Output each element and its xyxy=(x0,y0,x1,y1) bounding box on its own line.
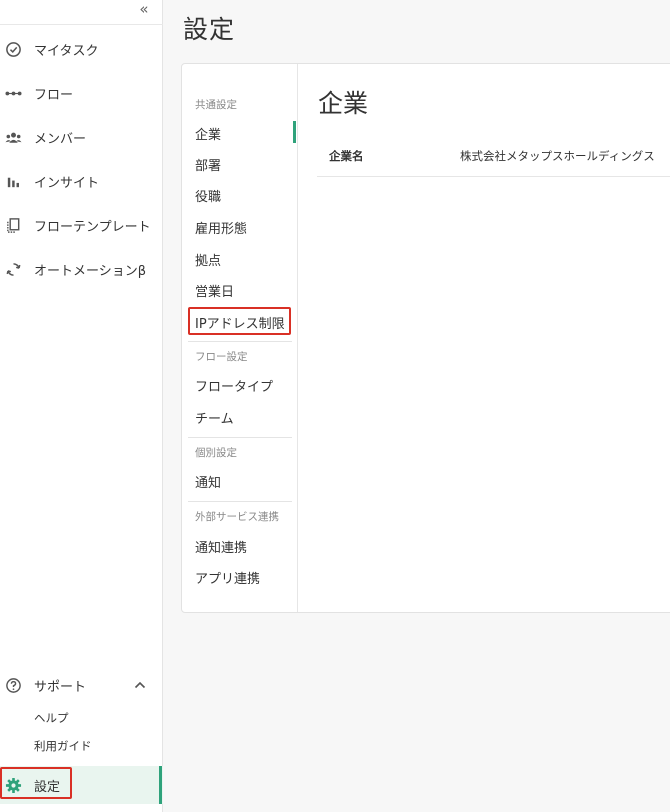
sidebar-item-label: フロー xyxy=(34,87,74,103)
template-icon xyxy=(4,216,22,234)
help-circle-icon xyxy=(4,676,22,694)
subnav-item-employment-type[interactable]: 雇用形態 xyxy=(195,218,247,237)
sidebar-subitem-guide[interactable]: 利用ガイド xyxy=(34,738,92,754)
subnav-item-location[interactable]: 拠点 xyxy=(195,250,221,269)
settings-subnav: 共通設定 企業 部署 役職 雇用形態 拠点 営業日 IPアドレス制限 フロー設定… xyxy=(182,64,298,612)
divider xyxy=(317,176,670,177)
chevron-up-icon[interactable] xyxy=(132,677,148,693)
divider xyxy=(188,437,292,438)
group-label-external: 外部サービス連携 xyxy=(195,511,279,523)
subnav-item-notification-integration[interactable]: 通知連携 xyxy=(195,537,247,556)
group-label-flow: フロー設定 xyxy=(195,351,248,363)
divider xyxy=(188,501,292,502)
highlight-box xyxy=(0,767,72,799)
sidebar-item-label: サポート xyxy=(34,679,87,695)
sidebar-item-insight[interactable]: インサイト xyxy=(0,166,163,196)
sidebar-item-label: インサイト xyxy=(34,175,100,191)
active-indicator xyxy=(293,121,296,143)
subnav-item-position[interactable]: 役職 xyxy=(195,186,221,205)
sidebar: « マイタスク フロー メンバー インサイト フローテンプレート オートメーショ… xyxy=(0,0,163,812)
sidebar-item-automation[interactable]: オートメーションβ xyxy=(0,254,163,284)
sidebar-subitem-help[interactable]: ヘルプ xyxy=(34,710,69,726)
sidebar-divider xyxy=(0,24,163,25)
bar-chart-icon xyxy=(4,172,22,190)
company-name-label: 企業名 xyxy=(329,149,364,163)
subnav-item-company[interactable]: 企業 xyxy=(195,124,221,143)
sidebar-item-label: フローテンプレート xyxy=(34,219,151,235)
sidebar-item-label: メンバー xyxy=(34,131,87,147)
subnav-item-business-days[interactable]: 営業日 xyxy=(195,281,234,300)
active-indicator xyxy=(159,766,162,804)
flow-icon xyxy=(4,84,22,102)
sidebar-item-flow[interactable]: フロー xyxy=(0,78,163,108)
subnav-item-notification[interactable]: 通知 xyxy=(195,472,221,491)
highlight-box xyxy=(188,307,291,335)
sidebar-item-label: オートメーションβ xyxy=(34,263,147,279)
sidebar-item-label: マイタスク xyxy=(34,43,99,59)
settings-card: 共通設定 企業 部署 役職 雇用形態 拠点 営業日 IPアドレス制限 フロー設定… xyxy=(181,63,670,613)
subnav-item-team[interactable]: チーム xyxy=(195,408,234,427)
collapse-sidebar-button[interactable]: « xyxy=(134,0,154,18)
check-circle-icon xyxy=(4,40,22,58)
sidebar-item-flow-template[interactable]: フローテンプレート xyxy=(0,210,163,240)
page-title: 設定 xyxy=(183,15,236,44)
subnav-item-department[interactable]: 部署 xyxy=(195,155,221,174)
divider xyxy=(188,341,292,342)
section-title: 企業 xyxy=(318,89,369,118)
subnav-item-flow-type[interactable]: フロータイプ xyxy=(195,376,273,395)
sidebar-item-members[interactable]: メンバー xyxy=(0,122,163,152)
sync-icon xyxy=(4,260,22,278)
sidebar-item-my-tasks[interactable]: マイタスク xyxy=(0,34,163,64)
group-label-common: 共通設定 xyxy=(195,99,237,111)
group-label-individual: 個別設定 xyxy=(195,447,237,459)
company-name-value: 株式会社メタップスホールディングス xyxy=(460,149,655,163)
subnav-item-app-integration[interactable]: アプリ連携 xyxy=(195,568,260,587)
members-icon xyxy=(4,128,22,146)
